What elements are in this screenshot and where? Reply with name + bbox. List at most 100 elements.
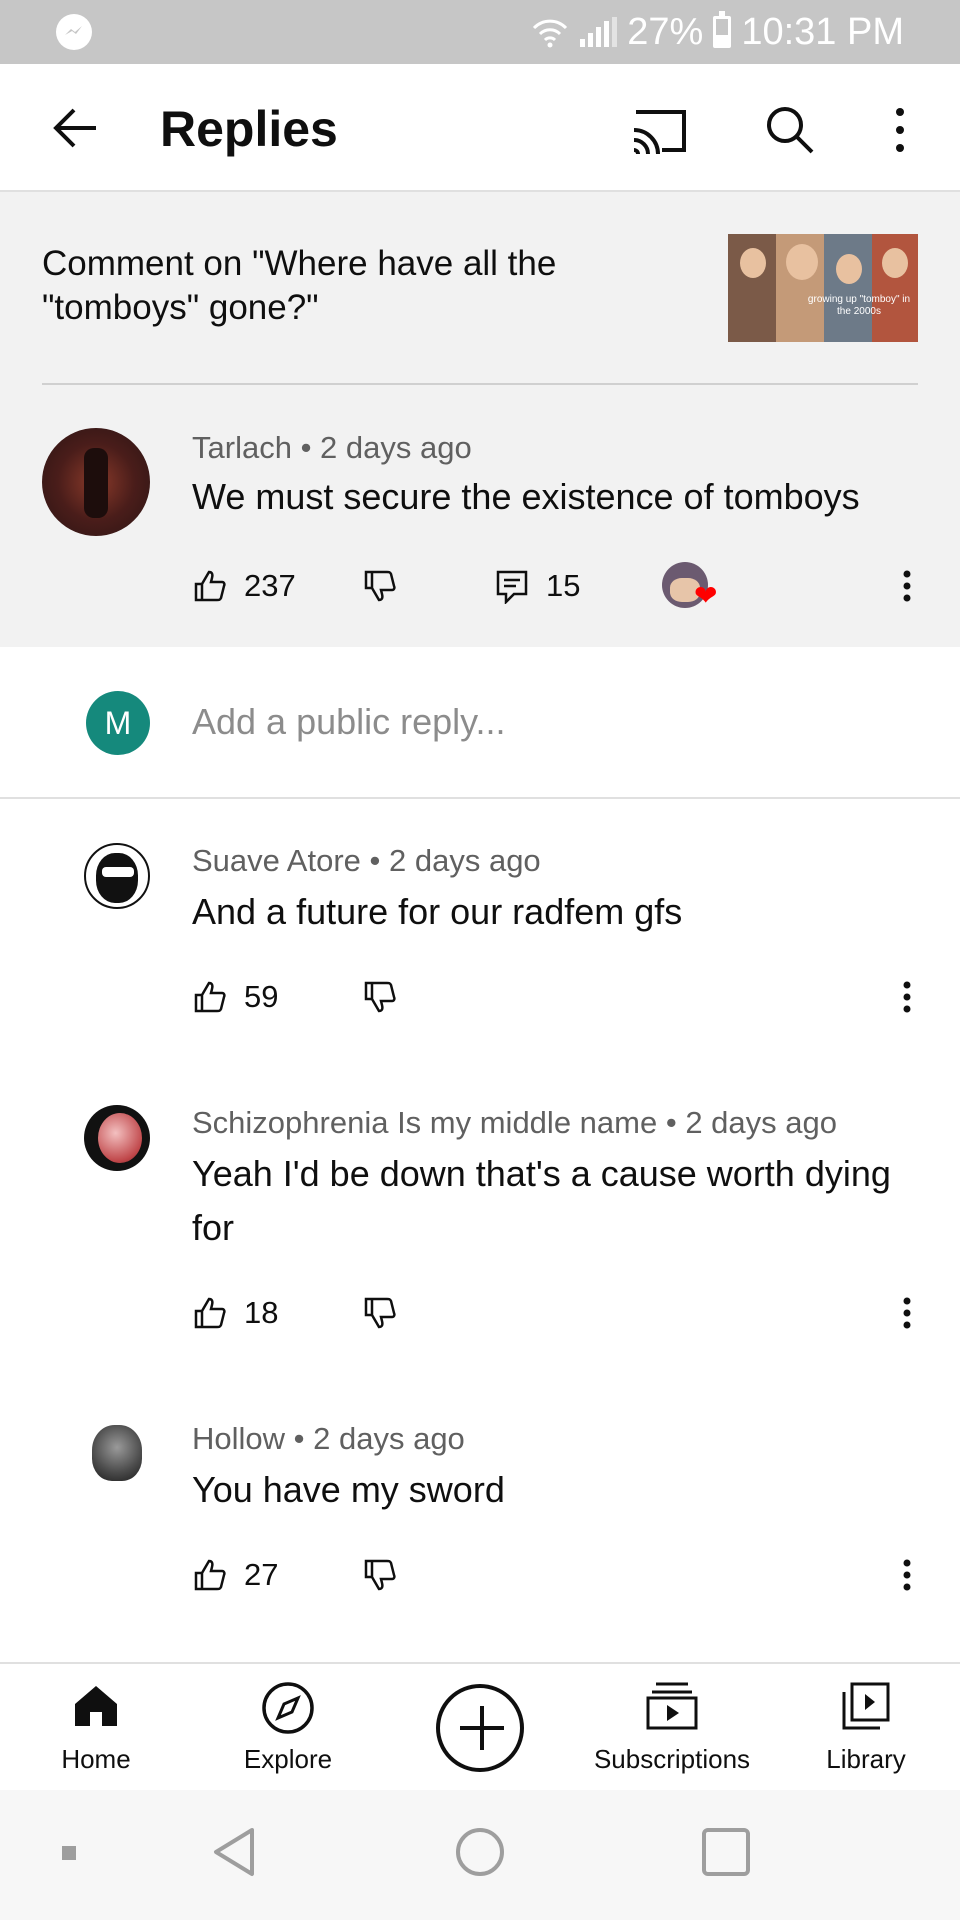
- nav-label: Home: [61, 1744, 131, 1774]
- thumbs-down-icon: [364, 981, 396, 1013]
- like-count: 237: [244, 568, 296, 603]
- reply-time: 2 days ago: [313, 1421, 465, 1456]
- compass-icon: [262, 1682, 314, 1734]
- reply-time: 2 days ago: [685, 1105, 837, 1140]
- home-icon: [75, 1686, 117, 1726]
- like-count: 18: [244, 1295, 279, 1330]
- thumbs-up-icon: [194, 1297, 226, 1329]
- thumbs-up-icon: [194, 1559, 226, 1591]
- bottom-nav: Home Explore Subscriptions Library: [0, 1662, 960, 1790]
- nav-label: Library: [826, 1744, 906, 1774]
- library-icon: [842, 1682, 890, 1730]
- divider: [42, 383, 918, 385]
- battery-icon: [713, 11, 732, 48]
- thumbs-down-icon: [364, 570, 396, 602]
- system-nav-bar: [0, 1790, 960, 1920]
- reply-count: 15: [546, 568, 581, 603]
- avatar[interactable]: [84, 1421, 150, 1487]
- reply-text: And a future for our radfem gfs: [192, 891, 683, 932]
- reply-text: Yeah I'd be down that's a cause worth dy…: [192, 1153, 891, 1248]
- reply-more-button[interactable]: [892, 1287, 922, 1339]
- messenger-icon: [56, 14, 92, 50]
- comment-actions: 237 15 ❤: [192, 560, 922, 612]
- page-title: Replies: [160, 101, 338, 157]
- reply-input[interactable]: Add a public reply...: [192, 701, 506, 743]
- like-button[interactable]: 27: [192, 1549, 278, 1601]
- status-indicators: 27% 10:31 PM: [530, 10, 904, 54]
- nav-label: Subscriptions: [593, 1744, 751, 1774]
- assistant-dot-icon[interactable]: [62, 1846, 76, 1860]
- thumbnail-caption: growing up "tomboy" in the 2000s: [807, 294, 911, 317]
- comment-icon: [496, 570, 528, 604]
- reply-author[interactable]: Hollow: [192, 1421, 285, 1456]
- thumbs-up-icon: [194, 570, 226, 602]
- reply-meta: Hollow • 2 days ago: [192, 1421, 465, 1456]
- dislike-button[interactable]: [362, 1549, 398, 1601]
- nav-home[interactable]: Home: [36, 1664, 156, 1792]
- nav-library[interactable]: Library: [806, 1664, 926, 1792]
- reply-more-button[interactable]: [892, 1549, 922, 1601]
- reply-author[interactable]: Schizophrenia Is my middle name: [192, 1105, 657, 1140]
- reply-more-button[interactable]: [892, 971, 922, 1023]
- avatar[interactable]: [42, 428, 150, 536]
- thumbs-down-icon: [364, 1559, 396, 1591]
- parent-comment-section: Comment on "Where have all the "tomboys"…: [0, 192, 960, 647]
- reply-item: Hollow • 2 days ago You have my sword 27: [0, 1377, 960, 1662]
- comment-author[interactable]: Tarlach: [192, 430, 292, 465]
- thumbs-up-icon: [194, 981, 226, 1013]
- like-count: 59: [244, 979, 279, 1014]
- reply-meta: Suave Atore • 2 days ago: [192, 843, 541, 878]
- replies-button[interactable]: 15: [494, 560, 580, 612]
- reply-author[interactable]: Suave Atore: [192, 843, 361, 878]
- dislike-button[interactable]: [362, 1287, 398, 1339]
- heart-icon: ❤: [694, 580, 718, 611]
- more-vertical-icon: [903, 1559, 911, 1591]
- nav-explore[interactable]: Explore: [226, 1664, 350, 1792]
- status-time: 10:31 PM: [741, 10, 904, 53]
- reply-actions: 59: [192, 971, 922, 1023]
- avatar[interactable]: [84, 1105, 150, 1171]
- video-thumbnail[interactable]: growing up "tomboy" in the 2000s: [728, 234, 918, 342]
- comment-text: We must secure the existence of tomboys: [192, 476, 860, 517]
- avatar[interactable]: [84, 843, 150, 909]
- battery-percent: 27%: [627, 10, 704, 53]
- like-button[interactable]: 237: [192, 560, 296, 612]
- thumbs-down-icon: [364, 1297, 396, 1329]
- app-bar: Replies: [0, 64, 960, 192]
- back-arrow-icon[interactable]: [46, 98, 106, 158]
- subscriptions-icon: [646, 1682, 698, 1730]
- more-vertical-icon[interactable]: [880, 100, 920, 160]
- comment-time: 2 days ago: [320, 430, 472, 465]
- system-recents-icon[interactable]: [702, 1828, 750, 1876]
- comment-meta: Tarlach • 2 days ago: [192, 430, 472, 465]
- like-button[interactable]: 18: [192, 1287, 278, 1339]
- dislike-button[interactable]: [362, 560, 398, 612]
- reply-actions: 18: [192, 1287, 922, 1339]
- more-vertical-icon: [903, 981, 911, 1013]
- more-vertical-icon: [903, 1297, 911, 1329]
- create-plus-icon[interactable]: [436, 1684, 524, 1772]
- signal-icon: [580, 17, 618, 47]
- dislike-button[interactable]: [362, 971, 398, 1023]
- system-back-icon[interactable]: [212, 1826, 256, 1878]
- nav-subscriptions[interactable]: Subscriptions: [580, 1664, 764, 1792]
- status-bar: 27% 10:31 PM: [0, 0, 960, 64]
- system-home-icon[interactable]: [456, 1828, 504, 1876]
- reply-item: Suave Atore • 2 days ago And a future fo…: [0, 799, 960, 1061]
- wifi-icon: [533, 19, 568, 48]
- reply-meta: Schizophrenia Is my middle name • 2 days…: [192, 1105, 837, 1140]
- nav-label: Explore: [243, 1744, 333, 1774]
- reply-input-row: M Add a public reply...: [0, 647, 960, 799]
- cast-icon[interactable]: [630, 104, 690, 156]
- more-vertical-icon: [903, 570, 911, 602]
- reply-text: You have my sword: [192, 1469, 505, 1510]
- comment-more-button[interactable]: [892, 560, 922, 612]
- video-context-title[interactable]: Comment on "Where have all the "tomboys"…: [42, 242, 642, 330]
- search-icon[interactable]: [760, 100, 820, 160]
- like-count: 27: [244, 1557, 279, 1592]
- avatar: M: [86, 691, 150, 755]
- reply-item: Schizophrenia Is my middle name • 2 days…: [0, 1061, 960, 1377]
- reply-actions: 27: [192, 1549, 922, 1601]
- like-button[interactable]: 59: [192, 971, 278, 1023]
- reply-time: 2 days ago: [389, 843, 541, 878]
